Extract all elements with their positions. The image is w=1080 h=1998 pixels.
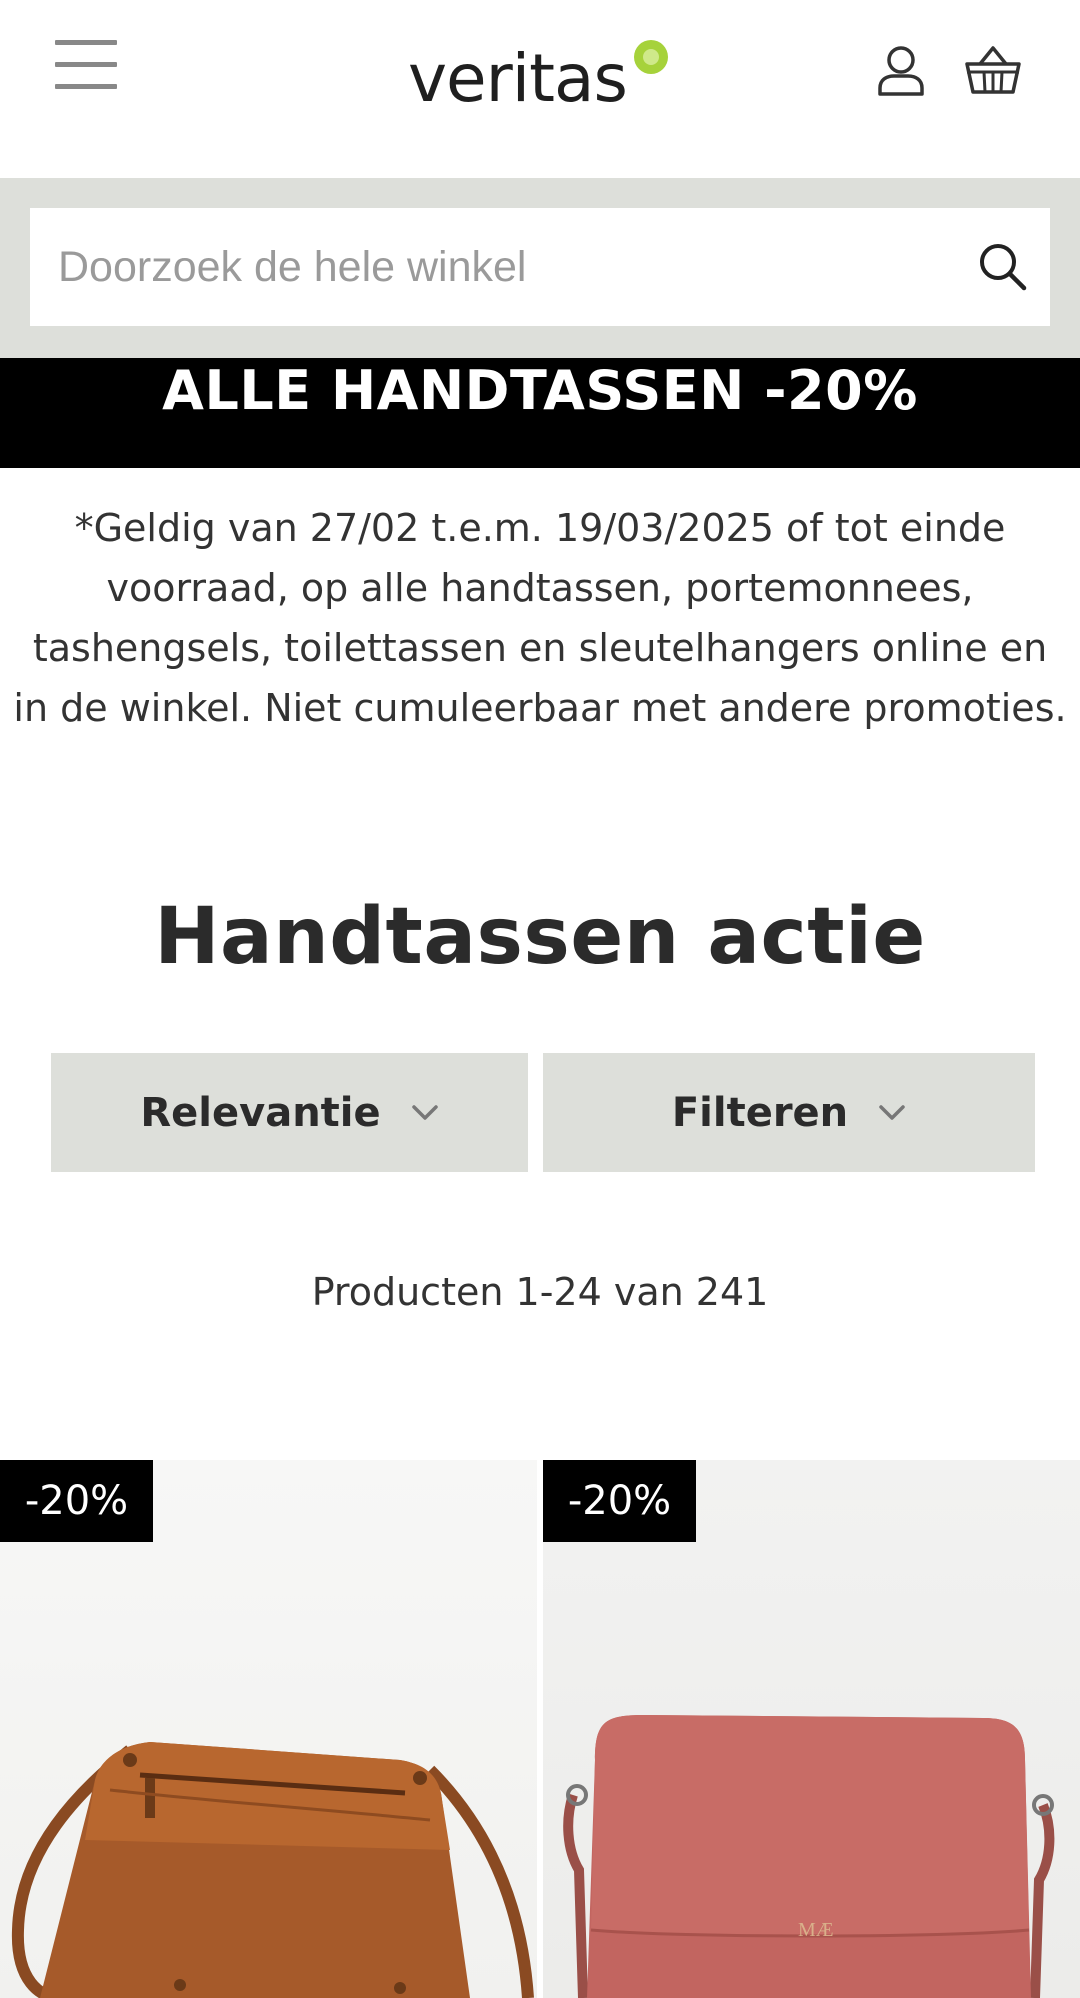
filter-label: Filteren (671, 1089, 849, 1136)
promo-banner-text: ALLE HANDTASSEN -20% (162, 359, 918, 422)
product-card[interactable]: -20% (0, 1460, 537, 1998)
sort-dropdown[interactable]: Relevantie (51, 1053, 528, 1172)
hamburger-menu-icon[interactable] (50, 36, 122, 96)
chevron-down-icon (879, 1104, 905, 1120)
filter-dropdown[interactable]: Filteren (543, 1053, 1035, 1172)
brand-mark: MÆ (798, 1919, 834, 1941)
page-title: Handtassen actie (154, 892, 926, 982)
search-icon[interactable] (974, 238, 1032, 296)
basket-icon[interactable] (964, 44, 1022, 96)
search-input[interactable] (58, 208, 938, 326)
veritas-logo[interactable]: veritas (408, 40, 678, 130)
product-count: Producten 1-24 van 241 (311, 1270, 769, 1314)
chevron-down-icon (411, 1104, 438, 1120)
site-header: veritas (0, 0, 1080, 178)
logo-text: veritas (408, 40, 628, 117)
product-card[interactable]: MÆ -20% (543, 1460, 1080, 1998)
promo-terms: *Geldig van 27/02 t.e.m. 19/03/2025 of t… (13, 506, 1067, 730)
promo-banner: ALLE HANDTASSEN -20% (0, 358, 1080, 468)
discount-badge: -20% (543, 1460, 696, 1542)
sort-label: Relevantie (140, 1089, 381, 1136)
search-box (30, 208, 1050, 326)
user-icon[interactable] (876, 44, 926, 96)
logo-dot-icon (634, 40, 668, 74)
search-bar (0, 178, 1080, 358)
discount-badge: -20% (0, 1460, 153, 1542)
